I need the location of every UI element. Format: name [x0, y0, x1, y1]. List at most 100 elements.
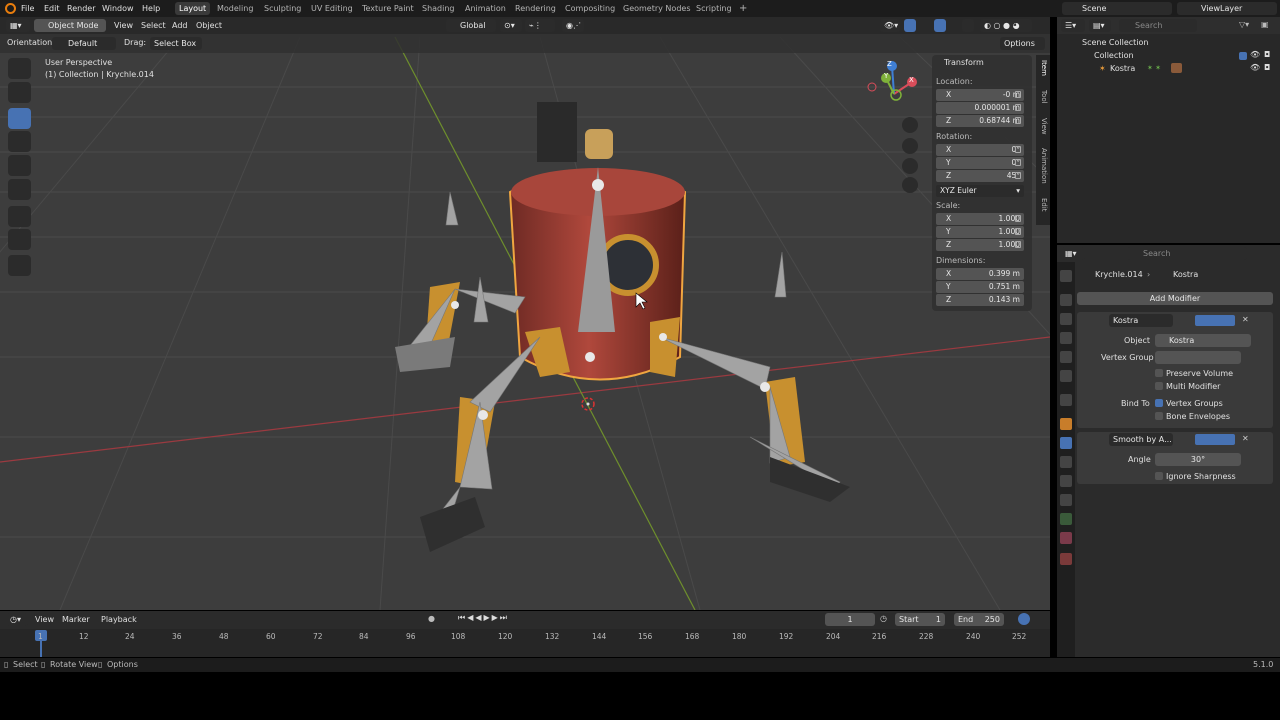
scale-x-field[interactable]: X 1.000 — [936, 213, 1024, 225]
collection-exclude-checkbox[interactable] — [1239, 52, 1247, 60]
end-frame-field[interactable]: End 250 — [954, 613, 1004, 626]
filter-icon[interactable]: ▽▾ — [1239, 20, 1249, 29]
rotation-x-field[interactable]: X 0° — [936, 144, 1024, 156]
tab-scripting[interactable]: Scripting — [692, 2, 736, 15]
sidebar-tab-animation[interactable]: Animation — [1038, 148, 1048, 184]
scale-tool-icon[interactable] — [8, 155, 31, 176]
collection-tab-icon[interactable] — [1060, 394, 1072, 406]
eye-icon[interactable]: 👁 — [1250, 50, 1260, 59]
vertex-group-field[interactable] — [1155, 351, 1241, 364]
location-y-field[interactable]: 0.000001 m — [936, 102, 1024, 114]
lock-icon[interactable] — [1015, 104, 1021, 111]
menu-render[interactable]: Render — [64, 2, 98, 15]
sidebar-tab-view[interactable]: View — [1038, 118, 1048, 135]
viewport-menu-view[interactable]: View — [111, 19, 136, 32]
sidebar-tab-tool[interactable]: Tool — [1038, 90, 1048, 104]
proportional-edit-icon[interactable]: ◉⋰ — [562, 19, 584, 32]
timeline-menu-view[interactable]: View — [32, 613, 57, 626]
tab-sculpting[interactable]: Sculpting — [260, 2, 305, 15]
lock-icon[interactable] — [1015, 159, 1021, 166]
object-mode-selector[interactable]: Object Mode — [34, 19, 106, 32]
tab-uv-editing[interactable]: UV Editing — [307, 2, 357, 15]
ignore-sharpness-checkbox[interactable] — [1155, 472, 1163, 480]
transform-tool-icon[interactable] — [8, 179, 31, 200]
new-collection-icon[interactable]: ▣ — [1261, 20, 1269, 29]
lock-icon[interactable] — [1015, 91, 1021, 98]
properties-editor-type-icon[interactable]: ▦▾ — [1061, 247, 1085, 260]
drag-selector[interactable]: Select Box — [150, 37, 202, 50]
view-layer-tab-icon[interactable] — [1060, 332, 1072, 344]
auto-keying-icon[interactable] — [1018, 613, 1030, 625]
outliner-editor-type-icon[interactable]: ☰▾ — [1061, 19, 1085, 32]
dimension-x-field[interactable]: X 0.399 m — [936, 268, 1024, 280]
xray-icon[interactable] — [962, 19, 974, 32]
viewport-menu-add[interactable]: Add — [169, 19, 191, 32]
object-field[interactable]: Kostra — [1155, 334, 1251, 347]
viewport-menu-object[interactable]: Object — [193, 19, 225, 32]
modifier-display-toggles[interactable] — [1195, 315, 1235, 326]
vertex-groups-checkbox[interactable] — [1155, 399, 1163, 407]
timeline-editor-type-icon[interactable]: ◷▾ — [6, 613, 28, 626]
clock-icon[interactable]: ◷ — [880, 614, 887, 623]
location-z-field[interactable]: Z 0.68744 m — [936, 115, 1024, 127]
options-button[interactable]: Options — [1000, 37, 1045, 50]
collection-item[interactable]: Collection — [1094, 51, 1134, 60]
tab-rendering[interactable]: Rendering — [511, 2, 560, 15]
timeline-menu-playback[interactable]: Playback — [98, 613, 140, 626]
select-tool-icon[interactable] — [8, 58, 31, 79]
menu-window[interactable]: Window — [99, 2, 137, 15]
outliner-search-input[interactable]: Search — [1119, 19, 1197, 32]
move-tool-icon[interactable] — [8, 108, 31, 129]
scale-y-field[interactable]: Y 1.000 — [936, 226, 1024, 238]
rotate-tool-icon[interactable] — [8, 131, 31, 152]
snapping-icon[interactable]: ⌁⋮ — [525, 19, 555, 32]
tab-compositing[interactable]: Compositing — [561, 2, 619, 15]
render-tab-icon[interactable] — [1060, 294, 1072, 306]
lock-icon[interactable] — [1015, 172, 1021, 179]
modifier-display-toggles[interactable] — [1195, 434, 1235, 445]
blender-logo-icon[interactable] — [5, 3, 16, 14]
physics-tab-icon[interactable] — [1060, 475, 1072, 487]
sidebar-tab-item[interactable]: Item — [1038, 60, 1048, 76]
add-modifier-button[interactable]: Add Modifier — [1077, 292, 1273, 305]
timeline-menu-marker[interactable]: Marker — [59, 613, 93, 626]
preserve-volume-checkbox[interactable] — [1155, 369, 1163, 377]
constraints-tab-icon[interactable] — [1060, 494, 1072, 506]
playback-controls[interactable]: ⏮◀◀▶▶⏭ — [458, 613, 538, 625]
output-tab-icon[interactable] — [1060, 313, 1072, 325]
modifier-name-field[interactable]: Smooth by A... — [1109, 433, 1173, 446]
shading-modes[interactable]: ◐ ○ ● ◕ — [980, 19, 1032, 32]
add-cube-tool-icon[interactable] — [8, 255, 31, 276]
dimension-y-field[interactable]: Y 0.751 m — [936, 281, 1024, 293]
menu-help[interactable]: Help — [139, 2, 163, 15]
rotation-y-field[interactable]: Y 0° — [936, 157, 1024, 169]
tool-tab-icon[interactable] — [1060, 270, 1072, 282]
current-frame-field[interactable]: 1 — [825, 613, 875, 626]
close-icon[interactable]: ✕ — [1242, 315, 1249, 324]
lock-icon[interactable] — [1015, 228, 1021, 235]
measure-tool-icon[interactable] — [8, 229, 31, 250]
tab-animation[interactable]: Animation — [461, 2, 510, 15]
viewport-menu-select[interactable]: Select — [138, 19, 169, 32]
transform-panel-title[interactable]: Transform — [944, 58, 984, 67]
tab-modeling[interactable]: Modeling — [213, 2, 257, 15]
editor-type-button[interactable]: ▦▾ — [6, 19, 30, 32]
lock-icon[interactable] — [1015, 241, 1021, 248]
scene-tab-icon[interactable] — [1060, 351, 1072, 363]
lock-icon[interactable] — [1015, 117, 1021, 124]
modifier-tab-icon[interactable] — [1060, 437, 1072, 449]
display-mode-icon[interactable]: ▤▾ — [1089, 19, 1111, 32]
robot-model[interactable] — [395, 102, 850, 552]
overlay-toggle-icon[interactable] — [934, 19, 946, 32]
keying-icon[interactable]: ● — [428, 614, 435, 623]
lock-icon[interactable] — [1015, 215, 1021, 222]
eye-icon[interactable]: 👁 — [1250, 63, 1260, 72]
start-frame-field[interactable]: Start 1 — [895, 613, 945, 626]
tab-geometry-nodes[interactable]: Geometry Nodes — [619, 2, 694, 15]
properties-search-input[interactable]: Search — [1127, 247, 1247, 260]
particles-tab-icon[interactable] — [1060, 456, 1072, 468]
tab-texture-paint[interactable]: Texture Paint — [358, 2, 418, 15]
rotation-mode-selector[interactable]: XYZ Euler ▾ — [936, 185, 1024, 197]
location-x-field[interactable]: X -0 m — [936, 89, 1024, 101]
add-workspace-icon[interactable]: + — [735, 2, 751, 15]
